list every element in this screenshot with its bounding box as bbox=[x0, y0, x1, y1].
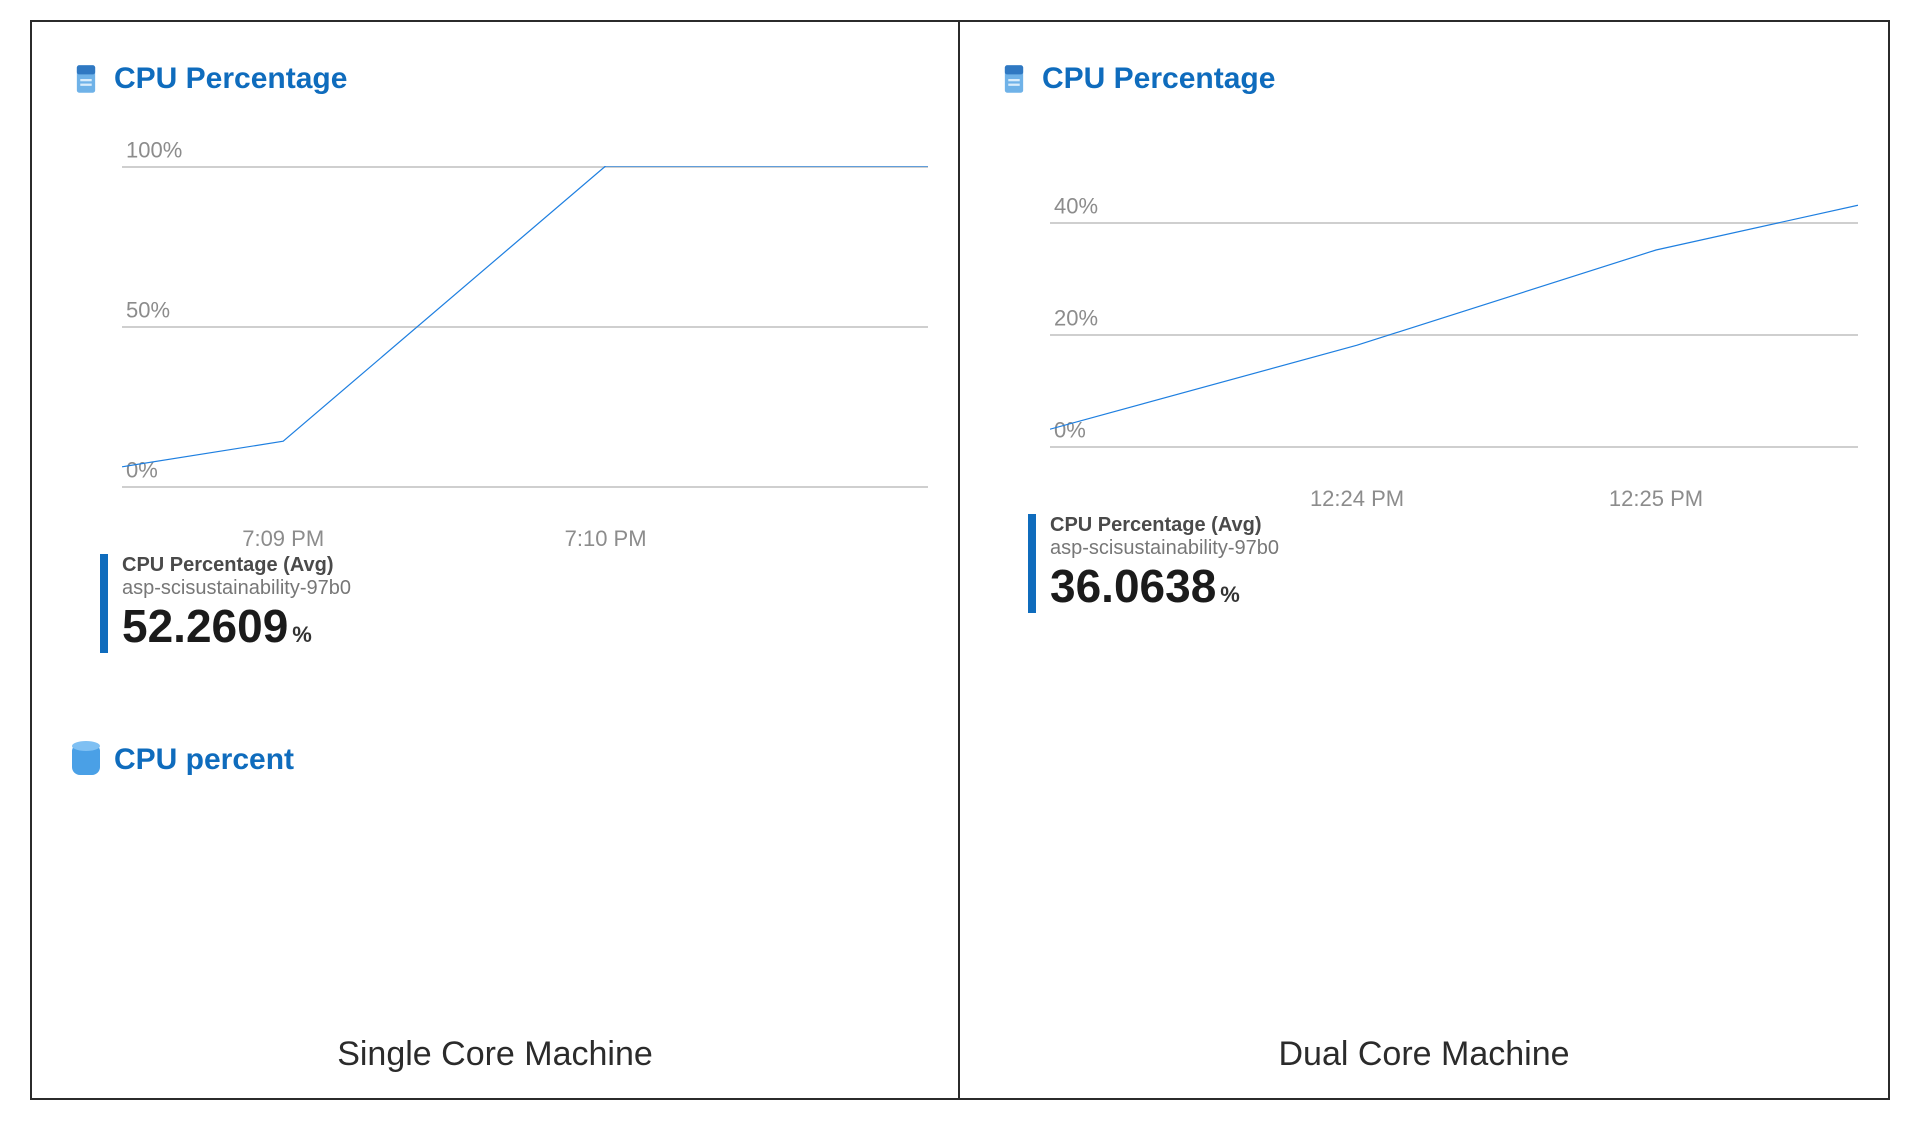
metric-value: 52.2609% bbox=[122, 600, 351, 653]
panel-dual-core: CPU Percentage 40% 20% 0% 12:24 PM 12:25… bbox=[960, 22, 1888, 1098]
metric-label-1: CPU Percentage (Avg) bbox=[122, 554, 351, 577]
subheading-cpu-percent: CPU percent bbox=[72, 743, 928, 777]
metric-value-number: 36.0638 bbox=[1050, 560, 1216, 612]
gridline bbox=[122, 486, 928, 488]
x-tick-label: 12:25 PM bbox=[1609, 486, 1703, 512]
line-series bbox=[122, 166, 928, 486]
subheading-text: CPU percent bbox=[114, 743, 294, 777]
line-chart-left: 100% 50% 0% 7:09 PM 7:10 PM bbox=[62, 166, 928, 526]
metric-unit: % bbox=[292, 622, 312, 647]
chart-panels: CPU Percentage 100% 50% 0% 7:09 PM 7:10 … bbox=[30, 20, 1890, 1100]
server-icon bbox=[72, 63, 100, 95]
metric-lines: CPU Percentage (Avg) asp-scisustainabili… bbox=[1050, 514, 1279, 613]
panel-caption-right: Dual Core Machine bbox=[960, 1035, 1888, 1074]
panel-title-left: CPU Percentage bbox=[72, 62, 928, 96]
metric-label-1: CPU Percentage (Avg) bbox=[1050, 514, 1279, 537]
panel-title-right: CPU Percentage bbox=[1000, 62, 1858, 96]
server-icon bbox=[1000, 63, 1028, 95]
metric-lines: CPU Percentage (Avg) asp-scisustainabili… bbox=[122, 554, 351, 653]
metric-value-number: 52.2609 bbox=[122, 600, 288, 652]
metric-label-2: asp-scisustainability-97b0 bbox=[1050, 537, 1279, 560]
metric-value: 36.0638% bbox=[1050, 560, 1279, 613]
panel-caption-left: Single Core Machine bbox=[32, 1035, 958, 1074]
x-tick-label: 7:10 PM bbox=[565, 526, 647, 552]
x-tick-label: 7:09 PM bbox=[242, 526, 324, 552]
line-series bbox=[1050, 166, 1858, 446]
panel-single-core: CPU Percentage 100% 50% 0% 7:09 PM 7:10 … bbox=[32, 22, 960, 1098]
metric-label-2: asp-scisustainability-97b0 bbox=[122, 577, 351, 600]
panel-title-text: CPU Percentage bbox=[1042, 62, 1275, 96]
database-icon bbox=[72, 745, 100, 775]
ytick-label: 100% bbox=[126, 137, 182, 163]
line-chart-right: 40% 20% 0% 12:24 PM 12:25 PM bbox=[990, 166, 1858, 486]
metric-accent-bar bbox=[1028, 514, 1036, 613]
x-tick-label: 12:24 PM bbox=[1310, 486, 1404, 512]
metric-block-right: CPU Percentage (Avg) asp-scisustainabili… bbox=[1028, 514, 1858, 613]
panel-title-text: CPU Percentage bbox=[114, 62, 347, 96]
metric-block-left: CPU Percentage (Avg) asp-scisustainabili… bbox=[100, 554, 928, 653]
metric-accent-bar bbox=[100, 554, 108, 653]
metric-unit: % bbox=[1220, 582, 1240, 607]
gridline bbox=[1050, 446, 1858, 448]
